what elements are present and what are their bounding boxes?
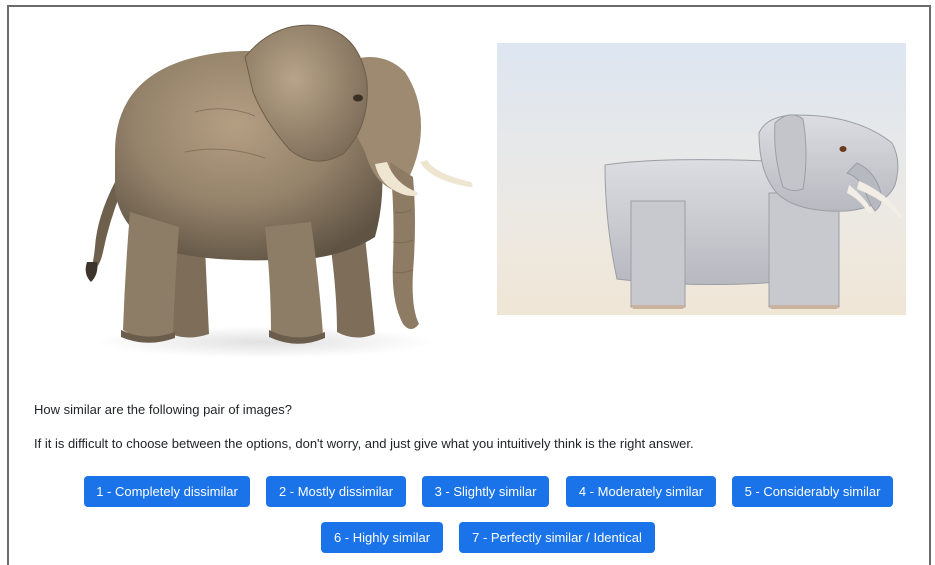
rating-button-2[interactable]: 2 - Mostly dissimilar xyxy=(266,476,406,507)
survey-instruction: If it is difficult to choose between the… xyxy=(34,436,694,451)
rating-button-5[interactable]: 5 - Considerably similar xyxy=(732,476,893,507)
rating-button-4[interactable]: 4 - Moderately similar xyxy=(566,476,716,507)
rating-button-6[interactable]: 6 - Highly similar xyxy=(321,522,443,553)
survey-question: How similar are the following pair of im… xyxy=(34,402,292,417)
rating-button-7[interactable]: 7 - Perfectly similar / Identical xyxy=(459,522,655,553)
rating-button-3[interactable]: 3 - Slightly similar xyxy=(422,476,549,507)
elephant-photo xyxy=(85,24,473,358)
rating-button-1[interactable]: 1 - Completely dissimilar xyxy=(84,476,250,507)
elephant-cartoon-drawing xyxy=(497,43,906,315)
